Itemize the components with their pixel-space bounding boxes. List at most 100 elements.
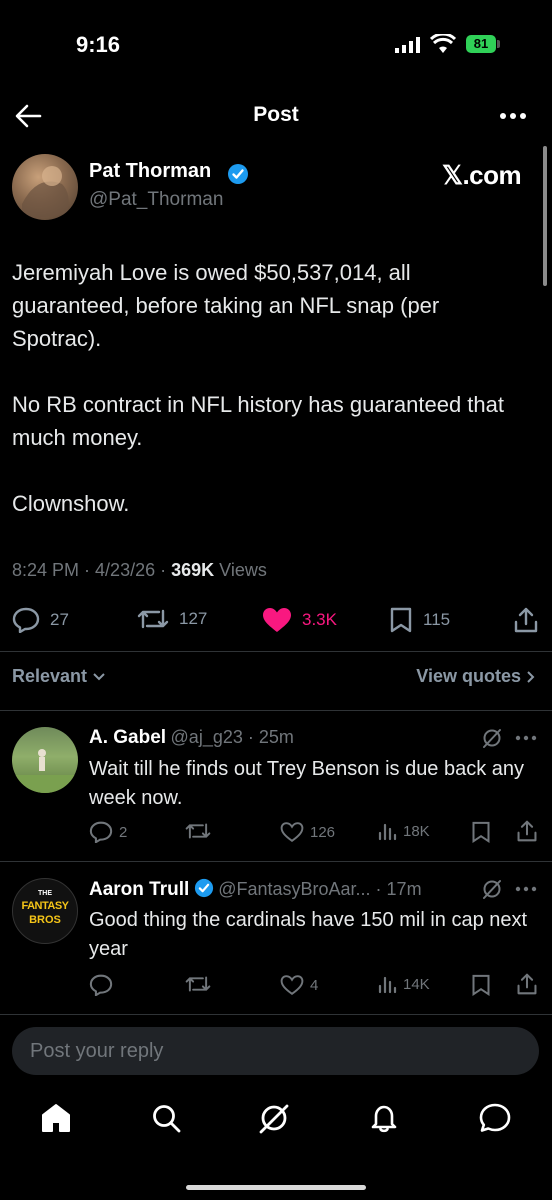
post-views-label: Views (219, 560, 267, 580)
reply-header: A. Gabel @aj_g23 · 25m (89, 727, 294, 749)
grok-icon[interactable] (258, 1102, 290, 1134)
repost-count: 127 (179, 609, 208, 628)
post-meta: 8:24 PM · 4/23/26 · 369K Views (12, 560, 267, 580)
bookmark-icon (390, 607, 412, 633)
like-count: 3.3K (302, 610, 337, 629)
reply-like-button[interactable]: 4 (280, 974, 318, 996)
reply-avatar[interactable] (12, 727, 78, 793)
reply-reply-button[interactable] (89, 974, 119, 996)
home-icon[interactable] (40, 1102, 72, 1134)
author-name[interactable]: Pat Thorman (89, 160, 211, 183)
reply-input[interactable]: Post your reply (12, 1027, 539, 1075)
reply-item[interactable]: THE FANTASY BROS Aaron Trull @FantasyBro… (0, 862, 552, 1012)
more-options-icon[interactable] (515, 735, 537, 741)
reply-avatar[interactable]: THE FANTASY BROS (12, 878, 78, 944)
reply-repost-button[interactable] (185, 974, 217, 994)
post-views-count[interactable]: 369K (171, 560, 214, 580)
bookmark-button[interactable]: 115 (389, 607, 450, 633)
notifications-icon[interactable] (368, 1102, 400, 1134)
share-icon[interactable] (513, 606, 539, 634)
avatar-logo-text: BROS (29, 914, 61, 926)
views-icon (378, 823, 397, 841)
reply-item[interactable]: A. Gabel @aj_g23 · 25m Wait till he find… (0, 711, 552, 861)
like-button[interactable]: 3.3K (262, 607, 337, 633)
x-watermark: 𝕏.com (442, 160, 522, 190)
views-count: 14K (403, 975, 430, 993)
reply-icon (89, 821, 113, 843)
author-avatar[interactable] (12, 154, 78, 220)
avatar-logo-text: FANTASY (21, 900, 69, 912)
reply-header: Aaron Trull @FantasyBroAar... · 17m (89, 878, 422, 901)
heart-icon (280, 975, 304, 995)
share-icon[interactable] (516, 972, 538, 996)
reply-views-button[interactable]: 18K (377, 821, 430, 841)
reply-author-name[interactable]: A. Gabel (89, 727, 166, 748)
reply-views-button[interactable]: 14K (377, 974, 430, 994)
scrollbar[interactable] (543, 146, 547, 286)
avatar-logo-text: THE (38, 890, 52, 897)
like-count: 4 (310, 976, 319, 994)
repost-icon (137, 609, 169, 629)
battery-nub (497, 40, 500, 48)
home-indicator (186, 1185, 366, 1190)
reply-repost-button[interactable] (185, 821, 217, 841)
heart-icon (280, 822, 304, 842)
reply-author-name[interactable]: Aaron Trull (89, 879, 189, 900)
reply-like-button[interactable]: 126 (280, 821, 335, 843)
reply-icon (89, 974, 113, 996)
reply-reply-button[interactable]: 2 (89, 821, 127, 843)
author-handle[interactable]: @Pat_Thorman (89, 189, 223, 211)
messages-icon[interactable] (478, 1102, 512, 1134)
repost-button[interactable]: 127 (137, 607, 207, 631)
sort-dropdown[interactable]: Relevant (12, 666, 106, 687)
separator-dot: · (242, 727, 259, 747)
post-date: 4/23/26 (95, 560, 156, 580)
verified-badge-icon (227, 163, 249, 185)
signal-icon (395, 37, 423, 53)
battery-indicator: 81 (466, 35, 496, 53)
reply-author-handle[interactable]: @FantasyBroAar... (218, 879, 370, 899)
status-time: 9:16 (76, 32, 121, 57)
post-paragraph: Jeremiyah Love is owed $50,537,014, all … (12, 260, 440, 351)
grok-icon[interactable] (481, 878, 503, 900)
grok-icon[interactable] (481, 727, 503, 749)
chevron-down-icon (93, 673, 105, 681)
reply-count: 27 (50, 610, 69, 629)
view-quotes-link[interactable]: View quotes (416, 666, 536, 687)
reply-text: Wait till he finds out Trey Benson is du… (89, 758, 525, 809)
page-title: Post (253, 103, 299, 126)
like-count: 126 (310, 823, 336, 841)
reply-input-placeholder: Post your reply (30, 1040, 164, 1062)
view-quotes-label: View quotes (416, 666, 521, 686)
post-time: 8:24 PM (12, 560, 80, 580)
divider (0, 1014, 552, 1015)
repost-icon (185, 976, 211, 992)
search-icon[interactable] (150, 1102, 182, 1134)
reply-text: Good thing the cardinals have 150 mil in… (89, 909, 528, 960)
verified-badge-icon (194, 878, 213, 898)
reply-button[interactable]: 27 (12, 607, 69, 633)
reply-count: 2 (119, 823, 128, 841)
bookmark-icon[interactable] (471, 821, 491, 843)
more-options-icon[interactable] (515, 886, 537, 892)
reply-age: 25m (258, 727, 294, 747)
bookmark-count: 115 (423, 610, 451, 629)
views-count: 18K (403, 822, 430, 840)
reply-icon (12, 607, 40, 633)
reply-age: 17m (386, 879, 422, 899)
views-icon (378, 976, 397, 994)
separator-dot: · (370, 879, 387, 899)
divider (0, 651, 552, 652)
sort-label: Relevant (12, 666, 88, 686)
repost-icon (185, 823, 211, 839)
bookmark-icon[interactable] (471, 974, 491, 996)
post-paragraph: No RB contract in NFL history has guaran… (12, 392, 504, 450)
share-icon[interactable] (516, 819, 538, 843)
wifi-icon (430, 34, 456, 54)
post-body: Jeremiyah Love is owed $50,537,014, all … (12, 256, 532, 553)
post-paragraph: Clownshow. (12, 491, 130, 516)
heart-filled-icon (263, 608, 291, 632)
chevron-right-icon (527, 671, 535, 683)
more-options-icon[interactable] (500, 112, 526, 120)
reply-author-handle[interactable]: @aj_g23 (171, 727, 243, 747)
